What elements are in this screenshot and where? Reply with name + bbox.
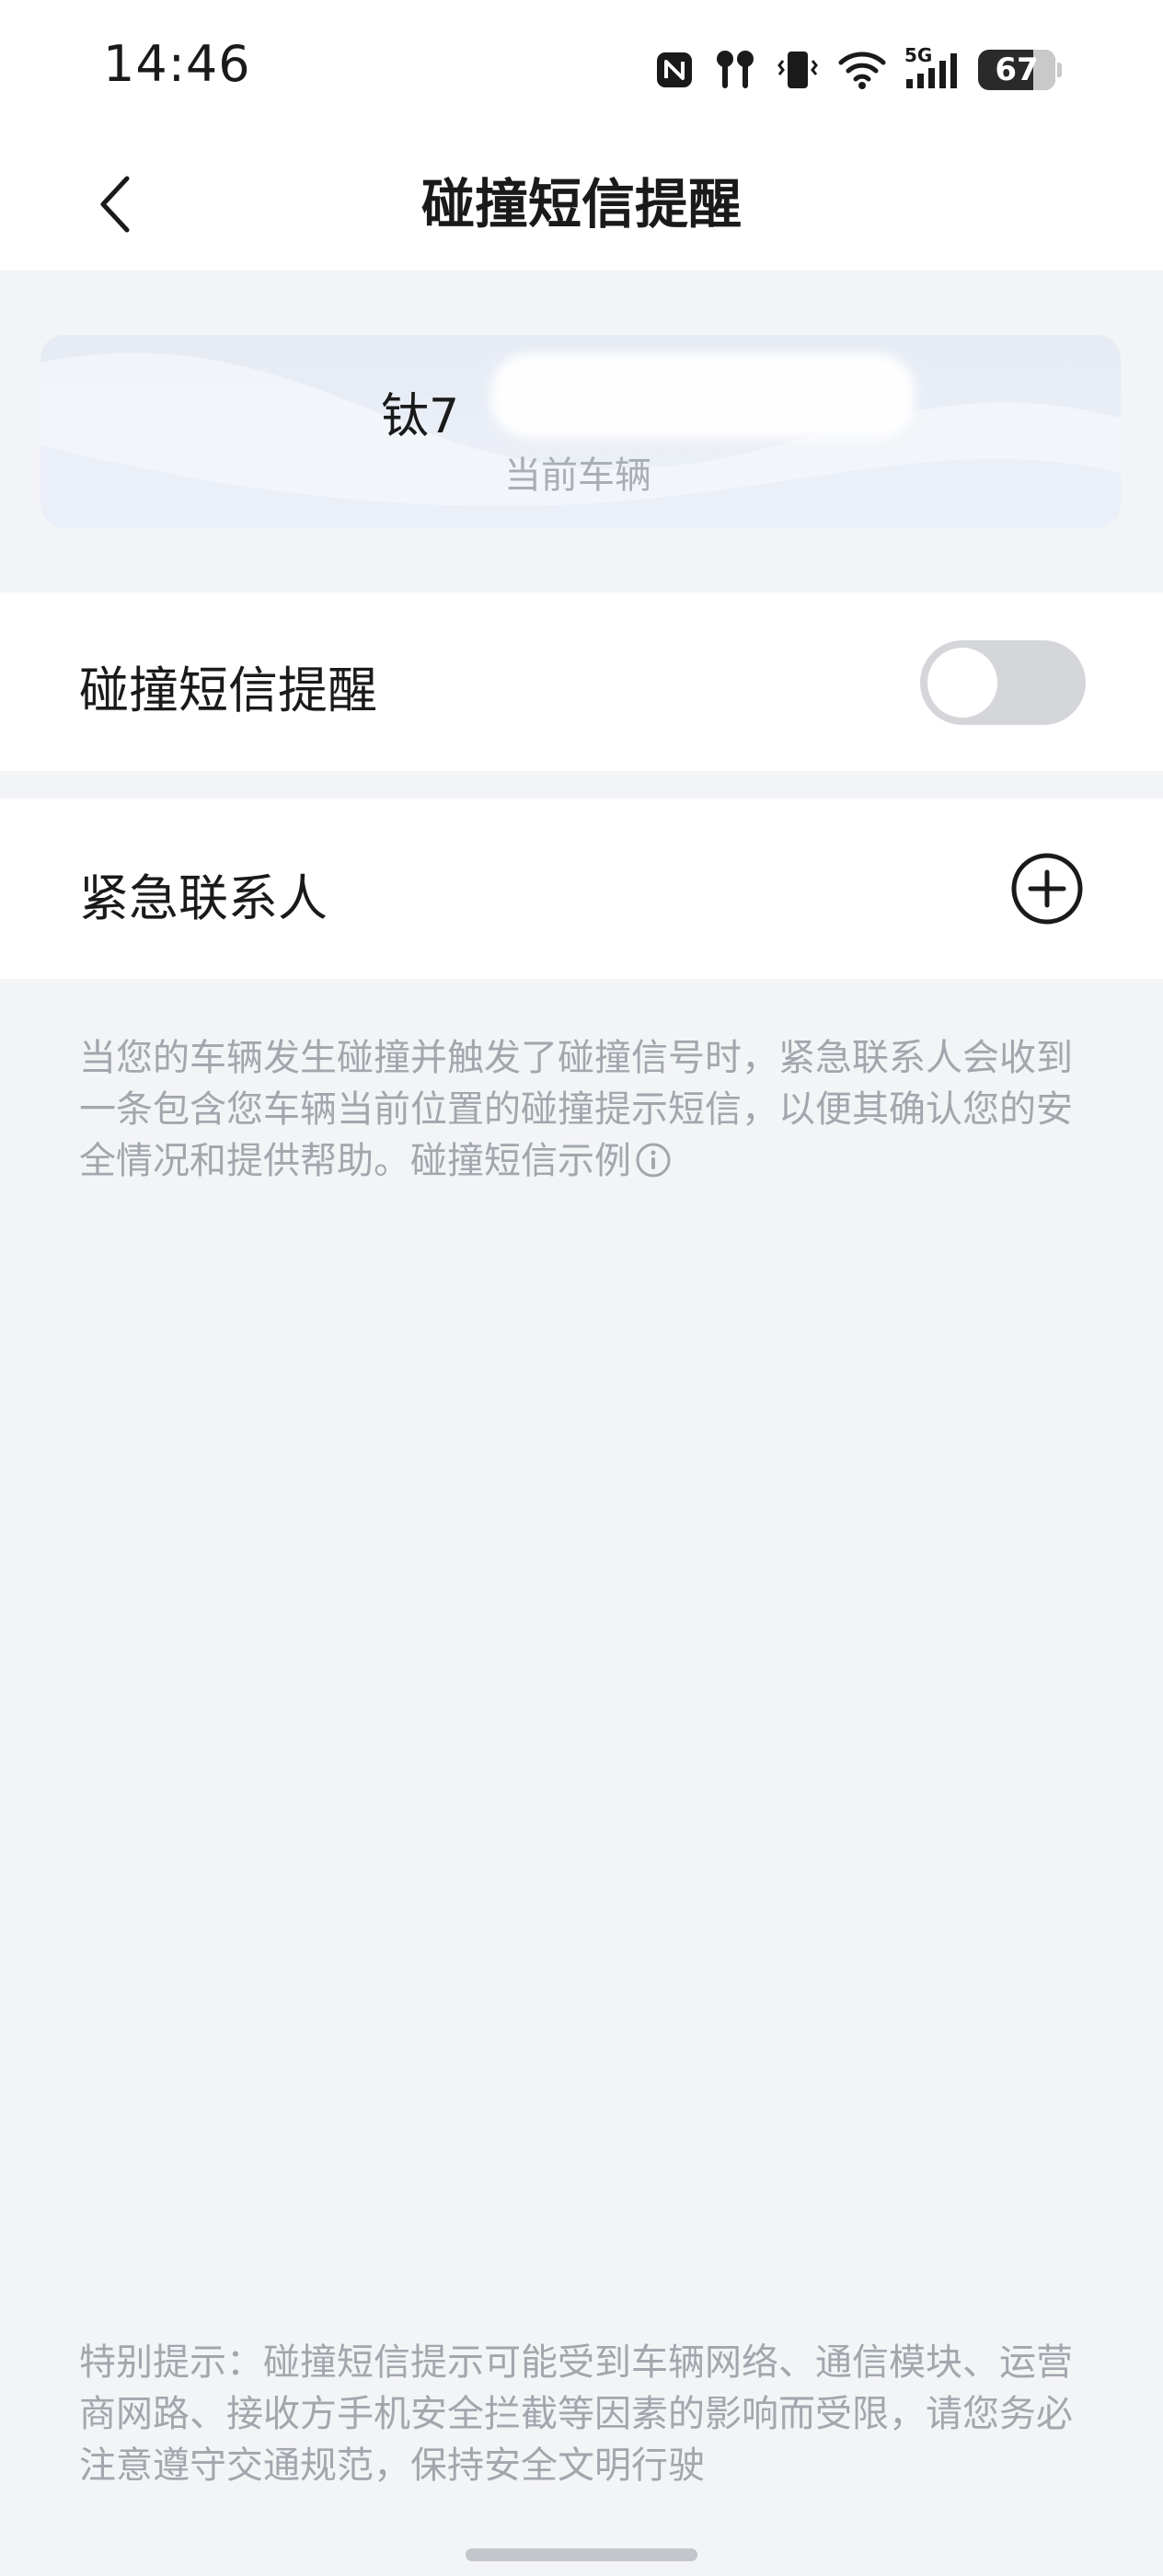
crash-sms-label: 碰撞短信提醒	[79, 661, 377, 719]
vibrate-icon	[777, 52, 818, 88]
description-text: 当您的车辆发生碰撞并触发了碰撞信号时，紧急联系人会收到一条包含您车辆当前位置的碰…	[79, 1032, 1091, 1187]
special-notice: 特别提示：碰撞短信提示可能受到车辆网络、通信模块、运营商网路、接收方手机安全拦截…	[79, 2341, 1073, 2487]
redacted-plate	[491, 353, 915, 438]
status-bar: 14:46 5G 67	[0, 0, 1163, 138]
status-icons: 5G 67	[654, 44, 1062, 96]
battery-level: 67	[995, 52, 1039, 88]
crash-sms-toggle[interactable]	[920, 640, 1086, 725]
home-indicator[interactable]	[466, 2548, 697, 2561]
crash-sms-row: 碰撞短信提醒	[0, 592, 1163, 771]
sms-example-link[interactable]: 碰撞短信示例	[410, 1140, 672, 1182]
earbuds-icon	[717, 51, 754, 88]
vehicle-card[interactable]: 当前车辆 钛7	[40, 335, 1121, 528]
status-time: 14:46	[103, 35, 251, 93]
battery-icon: 67	[978, 50, 1055, 90]
plus-circle-icon[interactable]	[1010, 852, 1084, 926]
info-circle-icon	[636, 1143, 671, 1178]
toggle-knob	[927, 648, 997, 718]
vehicle-name: 钛7	[381, 389, 460, 444]
signal-icon: 5G	[904, 44, 960, 92]
sms-example-label: 碰撞短信示例	[410, 1140, 631, 1182]
nav-bar: 碰撞短信提醒	[0, 138, 1163, 270]
emergency-contact-label: 紧急联系人	[79, 869, 328, 927]
nfc-icon	[657, 52, 692, 87]
vehicle-subtitle: 当前车辆	[504, 454, 651, 497]
wifi-icon	[838, 52, 886, 89]
page-title: 碰撞短信提醒	[420, 173, 742, 236]
emergency-contact-row[interactable]: 紧急联系人	[0, 799, 1163, 979]
